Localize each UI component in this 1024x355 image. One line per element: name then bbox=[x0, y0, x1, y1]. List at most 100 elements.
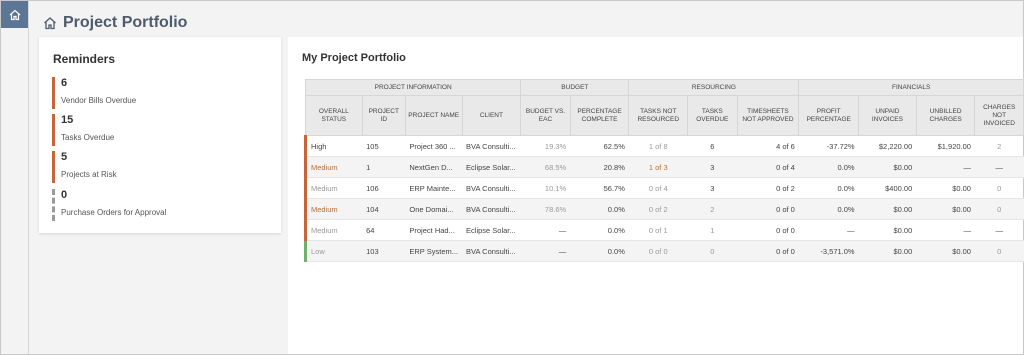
profit-cell: — bbox=[798, 219, 859, 241]
portfolio-panel: My Project Portfolio PROJECT INFORMATION… bbox=[288, 37, 1024, 354]
not-invoiced-cell: 0 bbox=[974, 198, 1024, 220]
client-cell: BVA Consulti... bbox=[462, 135, 521, 157]
unbilled-cell: — bbox=[916, 156, 975, 178]
name-cell[interactable]: NextGen D... bbox=[405, 156, 463, 178]
col-tasks-not-resourced[interactable]: TASKS NOT RESOURCED bbox=[628, 95, 689, 136]
col-tasks-overdue[interactable]: TASKS OVERDUE bbox=[687, 95, 738, 136]
name-cell[interactable]: Project Had... bbox=[405, 219, 463, 241]
profit-cell: -3,571.0% bbox=[798, 240, 859, 262]
pct-complete-cell: 20.8% bbox=[570, 156, 629, 178]
budget-eac-cell: — bbox=[520, 240, 571, 262]
timesheets-cell: 0 of 0 bbox=[737, 198, 799, 220]
col-unbilled-charges[interactable]: UNBILLED CHARGES bbox=[915, 95, 976, 136]
timesheets-cell: 0 of 4 bbox=[737, 156, 799, 178]
budget-eac-cell: 68.5% bbox=[520, 156, 571, 178]
reminder-vendor-bills[interactable]: 6 Vendor Bills Overdue bbox=[52, 77, 275, 109]
col-project-name[interactable]: PROJECT NAME bbox=[404, 95, 463, 136]
name-cell[interactable]: ERP System... bbox=[405, 240, 463, 262]
col-charges-not-invoiced[interactable]: CHARGES NOT INVOICED bbox=[974, 95, 1024, 136]
unpaid-cell: $0.00 bbox=[858, 198, 917, 220]
unpaid-cell: $400.00 bbox=[858, 177, 917, 199]
client-cell: Eclipse Solar... bbox=[462, 156, 521, 178]
not-invoiced-cell: 0 bbox=[974, 240, 1024, 262]
unbilled-cell: $0.00 bbox=[916, 240, 975, 262]
table-row[interactable]: Medium 64 Project Had... Eclipse Solar..… bbox=[304, 219, 1024, 241]
id-cell: 1 bbox=[362, 156, 406, 178]
table-row[interactable]: Low 103 ERP System... BVA Consulti... — … bbox=[304, 240, 1024, 262]
reminders-card: Reminders 6 Vendor Bills Overdue 15 Task… bbox=[39, 37, 281, 233]
name-cell[interactable]: One Domai... bbox=[405, 198, 463, 220]
col-project-id[interactable]: PROJECT ID bbox=[361, 95, 406, 136]
col-unpaid-invoices[interactable]: UNPAID INVOICES bbox=[858, 95, 917, 136]
tasks-not-resourced-cell: 0 of 0 bbox=[628, 240, 688, 262]
client-cell: Eclipse Solar... bbox=[462, 219, 521, 241]
status-cell: Medium bbox=[304, 219, 363, 241]
col-percentage-complete[interactable]: PERCENTAGE COMPLETE bbox=[569, 95, 630, 136]
profit-cell: 0.0% bbox=[798, 156, 859, 178]
tasks-not-resourced-cell: 1 of 3 bbox=[628, 156, 688, 178]
pct-complete-cell: 0.0% bbox=[570, 219, 629, 241]
not-invoiced-cell: — bbox=[974, 156, 1024, 178]
reminder-count: 15 bbox=[61, 114, 74, 126]
client-cell: BVA Consulti... bbox=[462, 198, 521, 220]
col-timesheets-not-approved[interactable]: TIMESHEETS NOT APPROVED bbox=[736, 95, 800, 136]
reminder-label: Purchase Orders for Approval bbox=[61, 208, 167, 217]
table-row[interactable]: Medium 1 NextGen D... Eclipse Solar... 6… bbox=[304, 156, 1024, 178]
tasks-overdue-cell: 3 bbox=[687, 156, 738, 178]
table-row[interactable]: Medium 106 ERP Mainte... BVA Consulti...… bbox=[304, 177, 1024, 199]
table-row[interactable]: Medium 104 One Domai... BVA Consulti... … bbox=[304, 198, 1024, 220]
home-nav-button[interactable] bbox=[1, 1, 28, 28]
timesheets-cell: 4 of 6 bbox=[737, 135, 799, 157]
name-cell[interactable]: Project 360 ... bbox=[405, 135, 463, 157]
tasks-overdue-cell: 2 bbox=[687, 198, 738, 220]
tasks-not-resourced-cell: 0 of 2 bbox=[628, 198, 688, 220]
unpaid-cell: $2,220.00 bbox=[858, 135, 917, 157]
name-cell[interactable]: ERP Mainte... bbox=[405, 177, 463, 199]
reminder-label: Vendor Bills Overdue bbox=[61, 96, 137, 105]
profit-cell: 0.0% bbox=[798, 177, 859, 199]
portfolio-table: PROJECT INFORMATION BUDGET RESOURCING FI… bbox=[304, 79, 1024, 262]
timesheets-cell: 0 of 0 bbox=[737, 240, 799, 262]
id-cell: 103 bbox=[362, 240, 406, 262]
col-client[interactable]: CLIENT bbox=[461, 95, 522, 136]
budget-eac-cell: — bbox=[520, 219, 571, 241]
page-title: Project Portfolio bbox=[63, 14, 188, 31]
col-profit-percentage[interactable]: PROFIT PERCENTAGE bbox=[798, 95, 860, 136]
budget-eac-cell: 19.3% bbox=[520, 135, 571, 157]
group-financials: FINANCIALS bbox=[798, 79, 1024, 96]
reminder-purchase-orders[interactable]: 0 Purchase Orders for Approval bbox=[52, 189, 275, 221]
pct-complete-cell: 0.0% bbox=[570, 240, 629, 262]
page-header: Project Portfolio bbox=[43, 11, 187, 35]
status-cell: High bbox=[304, 135, 363, 157]
id-cell: 106 bbox=[362, 177, 406, 199]
left-nav bbox=[1, 1, 29, 354]
id-cell: 105 bbox=[362, 135, 406, 157]
profit-cell: -37.72% bbox=[798, 135, 859, 157]
group-project-information: PROJECT INFORMATION bbox=[304, 79, 522, 96]
tasks-overdue-cell: 0 bbox=[687, 240, 738, 262]
tasks-overdue-cell: 6 bbox=[687, 135, 738, 157]
tasks-not-resourced-cell: 0 of 1 bbox=[628, 219, 688, 241]
tasks-not-resourced-cell: 0 of 4 bbox=[628, 177, 688, 199]
status-cell: Medium bbox=[304, 177, 363, 199]
id-cell: 104 bbox=[362, 198, 406, 220]
not-invoiced-cell: 2 bbox=[974, 135, 1024, 157]
tasks-not-resourced-cell: 1 of 8 bbox=[628, 135, 688, 157]
unpaid-cell: $0.00 bbox=[858, 156, 917, 178]
tasks-overdue-cell: 3 bbox=[687, 177, 738, 199]
unpaid-cell: $0.00 bbox=[858, 219, 917, 241]
id-cell: 64 bbox=[362, 219, 406, 241]
reminder-projects-at-risk[interactable]: 5 Projects at Risk bbox=[52, 151, 275, 183]
table-row[interactable]: High 105 Project 360 ... BVA Consulti...… bbox=[304, 135, 1024, 157]
reminder-count: 6 bbox=[61, 77, 68, 89]
group-budget: BUDGET bbox=[520, 79, 630, 96]
portfolio-title: My Project Portfolio bbox=[302, 52, 406, 64]
not-invoiced-cell: — bbox=[974, 219, 1024, 241]
reminder-tasks-overdue[interactable]: 15 Tasks Overdue bbox=[52, 114, 275, 146]
col-budget-vs-eac[interactable]: BUDGET VS. EAC bbox=[520, 95, 571, 136]
unbilled-cell: $0.00 bbox=[916, 177, 975, 199]
unbilled-cell: $1,920.00 bbox=[916, 135, 975, 157]
reminders-title: Reminders bbox=[53, 52, 116, 66]
col-overall-status[interactable]: OVERALL STATUS bbox=[305, 95, 363, 136]
pct-complete-cell: 56.7% bbox=[570, 177, 629, 199]
